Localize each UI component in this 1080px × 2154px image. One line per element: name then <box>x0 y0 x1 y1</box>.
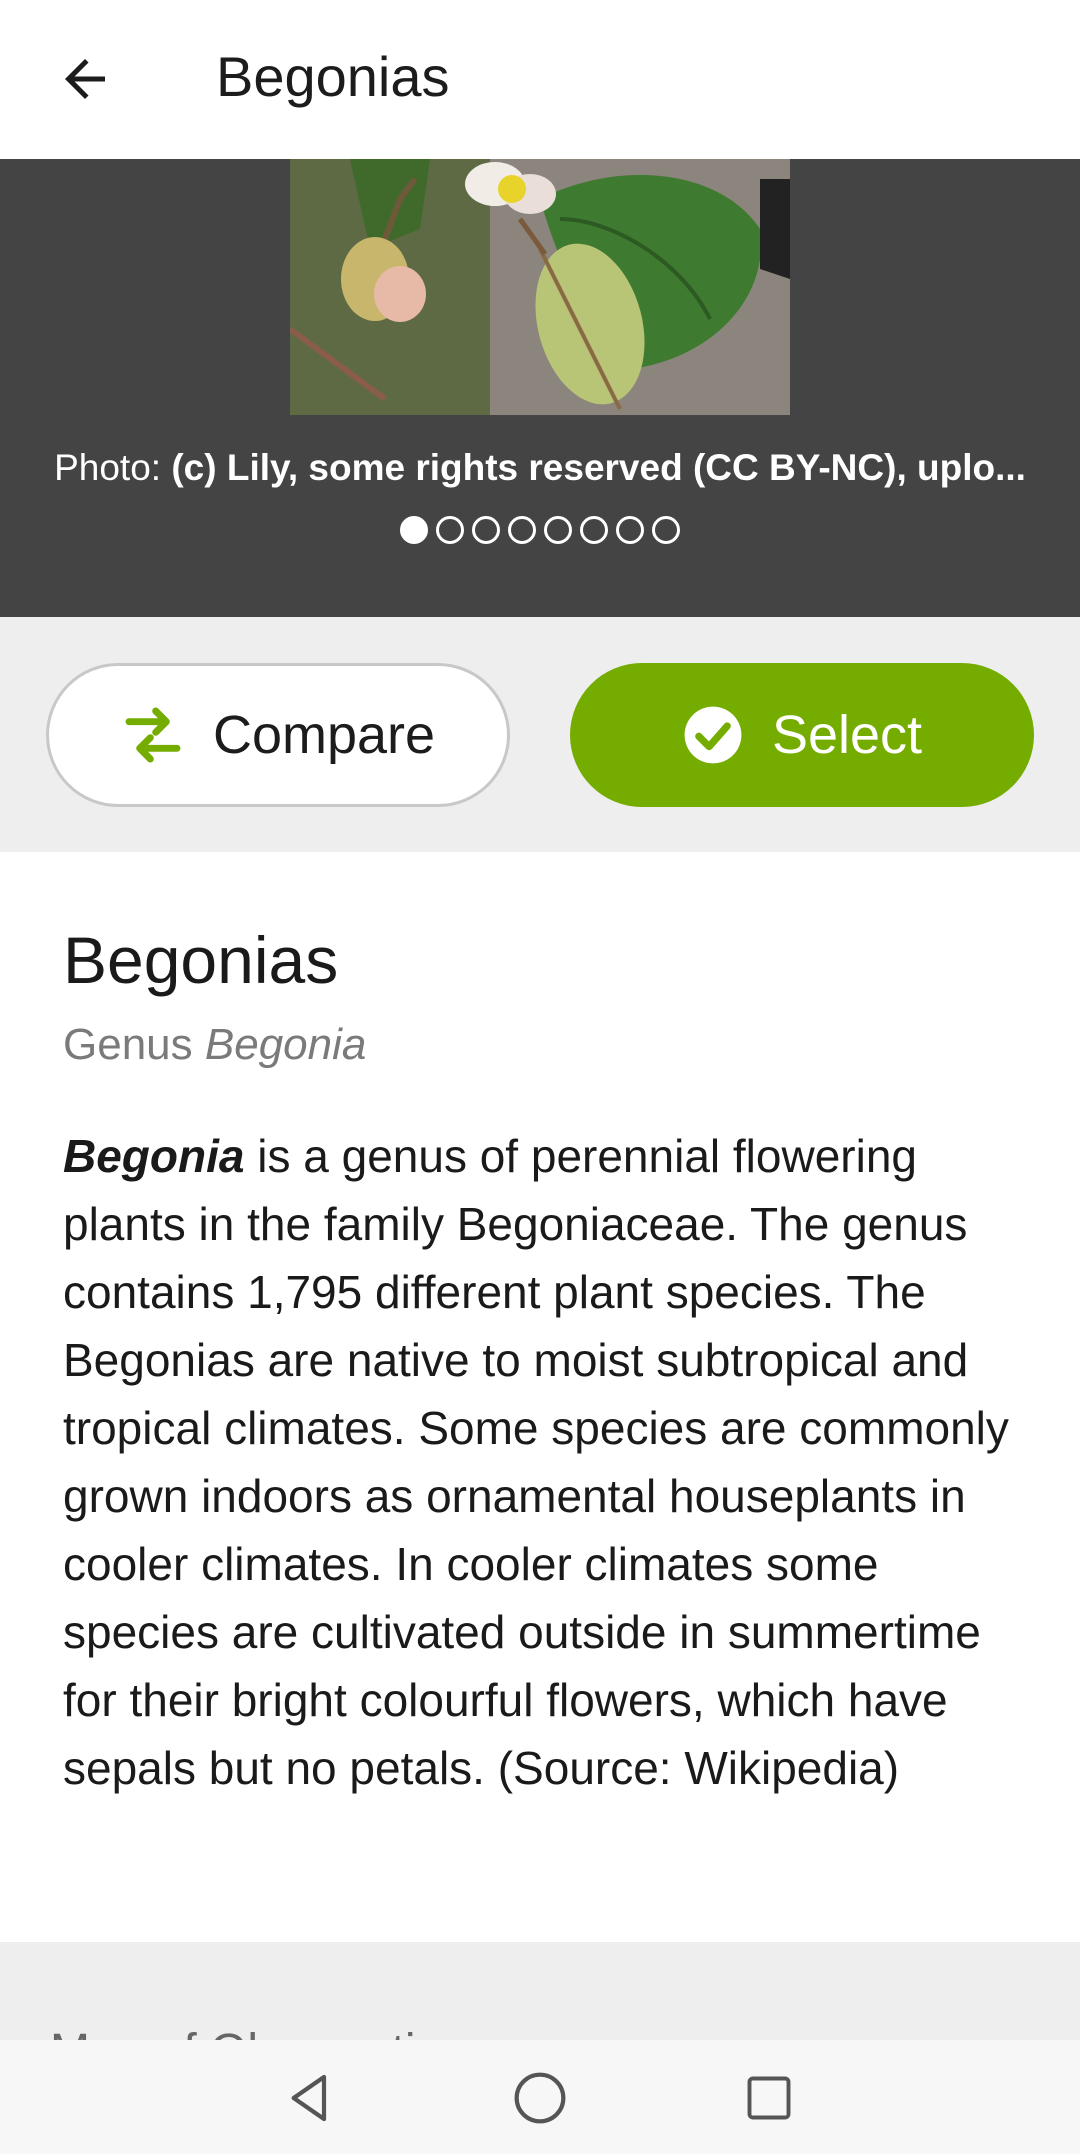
carousel-dot[interactable] <box>652 516 680 544</box>
photo-caption[interactable]: Photo: (c) Lily, some rights reserved (C… <box>0 447 1080 489</box>
taxon-rank: Genus <box>63 1020 193 1069</box>
description-body: is a genus of perennial flowering plants… <box>63 1130 1009 1794</box>
nav-home-button[interactable] <box>508 2066 572 2130</box>
compare-label: Compare <box>212 705 436 765</box>
caption-prefix: Photo: <box>54 447 172 488</box>
carousel-dot[interactable] <box>544 516 572 544</box>
back-button[interactable] <box>42 36 128 122</box>
compare-button[interactable]: Compare <box>46 663 510 807</box>
app-bar: Begonias <box>0 0 1080 159</box>
action-bar: Compare Select <box>0 617 1080 852</box>
compare-arrows-icon <box>125 707 181 763</box>
page-title: Begonias <box>216 45 450 108</box>
back-arrow-icon <box>65 59 105 99</box>
taxon-rank-line: Genus Begonia <box>63 1020 366 1070</box>
nav-home-icon <box>514 2072 566 2124</box>
taxon-details: Begonias Genus Begonia Begonia is a genu… <box>0 852 1080 1942</box>
caption-credit: (c) Lily, some rights reserved (CC BY-NC… <box>171 447 1026 488</box>
carousel-dot[interactable] <box>436 516 464 544</box>
nav-recents-icon <box>747 2076 791 2120</box>
nav-recents-button[interactable] <box>737 2066 801 2130</box>
description-lead: Begonia <box>63 1130 245 1182</box>
carousel-indicator <box>0 516 1080 544</box>
map-section: Map of Observations <box>0 1942 1080 2042</box>
photo-carousel[interactable]: Photo: (c) Lily, some rights reserved (C… <box>0 159 1080 617</box>
system-nav-bar <box>0 2040 1080 2154</box>
check-circle-icon <box>684 706 742 764</box>
carousel-dot[interactable] <box>472 516 500 544</box>
taxon-description: Begonia is a genus of perennial flowerin… <box>63 1122 1023 1802</box>
nav-back-icon <box>291 2074 327 2122</box>
carousel-dot[interactable] <box>400 516 428 544</box>
carousel-dot[interactable] <box>580 516 608 544</box>
nav-back-button[interactable] <box>278 2066 342 2130</box>
carousel-dot[interactable] <box>616 516 644 544</box>
taxon-common-name: Begonias <box>63 923 339 997</box>
select-label: Select <box>771 705 923 765</box>
carousel-dot[interactable] <box>508 516 536 544</box>
taxon-scientific-name: Begonia <box>204 1020 367 1069</box>
taxon-photo[interactable] <box>290 159 790 415</box>
select-button[interactable]: Select <box>570 663 1034 807</box>
